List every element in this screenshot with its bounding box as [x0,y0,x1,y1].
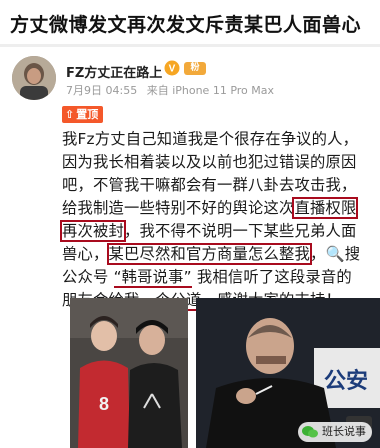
svg-text:公安: 公安 [324,368,368,394]
fan-badge-icon: 粉 [184,62,206,75]
highlight-box: 某巴尽然和官方商量怎么整我 [106,243,312,265]
article-headline: 方丈微博发文再次发文斥责某巴人面兽心 [0,0,380,44]
highlight-box: 再次被封 [60,220,126,242]
post-line: 因为我长相着装以及以前也犯过错误的原因 [62,153,357,171]
wechat-icon [302,426,318,438]
post-line: 我Fz方丈自己知道我是个很存在争议的人， [62,130,359,148]
svg-text:8: 8 [99,394,109,414]
author-name[interactable]: FZ方丈正在路上 [66,62,162,81]
post-photo-left[interactable]: 8 [70,298,188,448]
search-suffix: 搜 [344,245,361,263]
search-icon[interactable]: 🔍 [325,243,344,266]
post-source: 来自 iPhone 11 Pro Max [146,84,275,97]
post-meta: 7月9日 04:55 来自 iPhone 11 Pro Max [66,82,280,98]
header-divider [0,44,380,47]
post-line: 公众号 “韩哥说事” 我相信听了这段录音的 [62,268,352,288]
verified-badge-icon: V [164,60,180,76]
source-watermark: 班长说事 [298,422,372,442]
avatar-photo [12,56,56,100]
post-text: 我Fz方丈自己知道我是个很存在争议的人， 因为我长相着装以及以前也犯过错误的原因… [60,128,374,312]
post-line: 给我制造一些特别不好的舆论这次直播权限 [62,197,359,219]
watermark-text: 班长说事 [322,425,366,438]
pinned-label: 置顶 [76,108,99,121]
post-line: 再次被封，我不得不说明一下某些兄弟人面 [60,220,357,242]
svg-text:V: V [169,64,176,75]
user-avatar[interactable] [12,56,56,100]
pin-icon: ⇧ [65,108,75,121]
pinned-badge: ⇧ 置顶 [62,106,104,123]
post-line: 吧，不管我干嘛都会有一群八卦去攻击我， [62,176,357,194]
post-date: 7月9日 04:55 [66,84,138,97]
post-line: 兽心，某巴尽然和官方商量怎么整我，🔍搜 [62,243,374,266]
two-men-photo: 8 [70,298,188,448]
account-link[interactable]: “韩哥说事” [113,268,192,288]
highlight-box: 直播权限 [292,197,359,219]
